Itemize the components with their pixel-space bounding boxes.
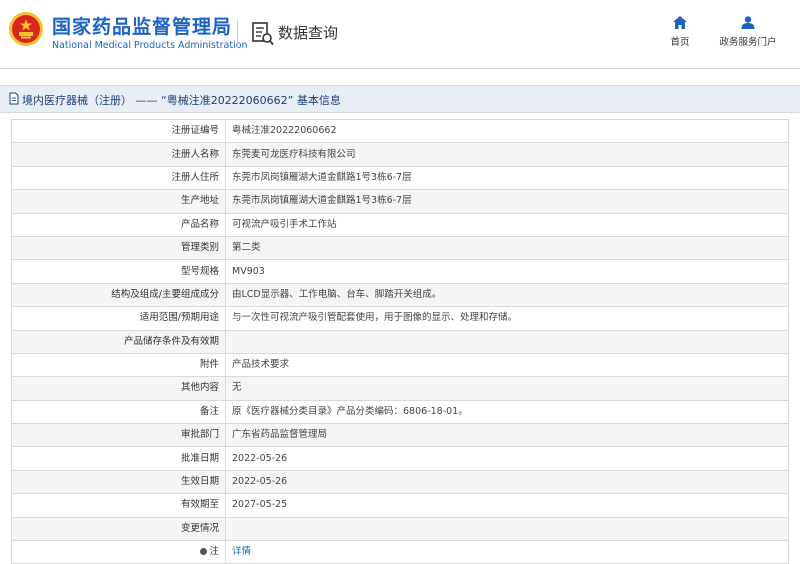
field-value: 无 xyxy=(225,376,789,401)
field-value: 2022-05-26 xyxy=(225,446,789,471)
record-title: 境内医疗器械（注册） —— “粤械注准20222060662” 基本信息 xyxy=(22,94,341,107)
field-label: 产品储存条件及有效期 xyxy=(11,329,226,354)
record-title-bar: 境内医疗器械（注册） —— “粤械注准20222060662” 基本信息 xyxy=(0,85,800,113)
nav-home[interactable]: 首页 xyxy=(664,16,696,48)
field-label: 生产地址 xyxy=(11,189,226,214)
field-value: 原《医疗器械分类目录》产品分类编码：6806-18-01。 xyxy=(225,399,789,425)
field-label: 附件 xyxy=(11,352,226,378)
detail-link[interactable]: 详情 xyxy=(232,546,251,557)
table-row: 适用范围/预期用途 与一次性可视流产吸引管配套使用，用于图像的显示、处理和存储。 xyxy=(11,306,789,331)
table-row: 注册人名称 东莞麦可龙医疗科技有限公司 xyxy=(11,142,789,167)
field-value: MV903 xyxy=(225,259,789,284)
field-value xyxy=(225,329,789,354)
field-label: 批准日期 xyxy=(11,446,226,471)
field-label: 产品名称 xyxy=(11,212,226,237)
field-value: 粤械注准20222060662 xyxy=(225,118,789,144)
table-row: 注 详情 xyxy=(11,540,789,564)
field-value: 第二类 xyxy=(225,235,789,261)
table-row: 产品储存条件及有效期 xyxy=(11,329,789,354)
field-value: 由LCD显示器、工作电脑、台车、脚踏开关组成。 xyxy=(225,282,789,308)
table-row: 审批部门 广东省药品监督管理局 xyxy=(11,423,789,448)
field-value: 2027-05-25 xyxy=(225,493,789,518)
field-value: 东莞市凤岗镇雁湖大道金麒路1号3栋6-7层 xyxy=(225,189,789,214)
data-query-icon xyxy=(252,22,274,46)
table-row: 结构及组成/主要组成成分 由LCD显示器、工作电脑、台车、脚踏开关组成。 xyxy=(11,282,789,308)
field-value: 可视流产吸引手术工作站 xyxy=(225,212,789,237)
brand-title-en: National Medical Products Administration xyxy=(52,40,248,51)
home-icon xyxy=(673,16,687,29)
field-label: 有效期至 xyxy=(11,493,226,518)
field-label: 注 xyxy=(11,540,226,564)
page-title: 数据查询 xyxy=(278,24,339,42)
field-label: 备注 xyxy=(11,399,226,425)
field-label: 生效日期 xyxy=(11,469,226,495)
field-value: 东莞市凤岗镇雁湖大道金麒路1号3栋6-7层 xyxy=(225,165,789,191)
field-label: 其他内容 xyxy=(11,376,226,401)
table-row: 附件 产品技术要求 xyxy=(11,352,789,378)
table-row: 有效期至 2027-05-25 xyxy=(11,493,789,518)
table-row: 产品名称 可视流产吸引手术工作站 xyxy=(11,212,789,237)
field-value xyxy=(225,516,789,542)
nav-service-portal[interactable]: 政务服务门户 xyxy=(712,16,784,48)
field-label: 注册人住所 xyxy=(11,165,226,191)
document-icon xyxy=(9,92,19,105)
field-label: 结构及组成/主要组成成分 xyxy=(11,282,226,308)
field-label: 变更情况 xyxy=(11,516,226,542)
field-value: 与一次性可视流产吸引管配套使用，用于图像的显示、处理和存储。 xyxy=(225,306,789,331)
table-row: 生效日期 2022-05-26 xyxy=(11,469,789,495)
table-row: 其他内容无 xyxy=(11,376,789,401)
field-value: 2022-05-26 xyxy=(225,469,789,495)
field-label: 注册人名称 xyxy=(11,142,226,167)
detail-table: 注册证编号 粤械注准20222060662 注册人名称 东莞麦可龙医疗科技有限公司 注册… xyxy=(11,118,789,564)
field-value: 东莞麦可龙医疗科技有限公司 xyxy=(225,142,789,167)
table-row: 型号规格 MV903 xyxy=(11,259,789,284)
nav-portal-label: 政务服务门户 xyxy=(719,37,777,48)
user-icon xyxy=(741,16,755,29)
field-label: 型号规格 xyxy=(11,259,226,284)
national-emblem-icon xyxy=(9,12,43,46)
table-row: 生产地址 东莞市凤岗镇雁湖大道金麒路1号3栋6-7层 xyxy=(11,189,789,214)
field-label: 注册证编号 xyxy=(11,118,226,144)
pin-icon xyxy=(200,548,208,556)
brand-title-cn: 国家药品监督管理局 xyxy=(52,16,233,38)
nav-home-label: 首页 xyxy=(670,37,690,48)
table-row: 变更情况 xyxy=(11,516,789,542)
table-row: 备注 原《医疗器械分类目录》产品分类编码：6806-18-01。 xyxy=(11,399,789,425)
field-value: 产品技术要求 xyxy=(225,352,789,378)
table-row: 批准日期 2022-05-26 xyxy=(11,446,789,471)
field-label: 审批部门 xyxy=(11,423,226,448)
field-label: 管理类别 xyxy=(11,235,226,261)
table-row: 注册证编号 粤械注准20222060662 xyxy=(11,118,789,144)
field-label: 适用范围/预期用途 xyxy=(11,306,226,331)
table-row: 注册人住所 东莞市凤岗镇雁湖大道金麒路1号3栋6-7层 xyxy=(11,165,789,191)
field-label-text: 注 xyxy=(209,546,219,558)
header-divider xyxy=(237,20,238,48)
site-header: 国家药品监督管理局 National Medical Products Admi… xyxy=(0,0,800,69)
field-value: 广东省药品监督管理局 xyxy=(225,423,789,448)
field-value: 详情 xyxy=(225,540,789,564)
table-row: 管理类别 第二类 xyxy=(11,235,789,261)
